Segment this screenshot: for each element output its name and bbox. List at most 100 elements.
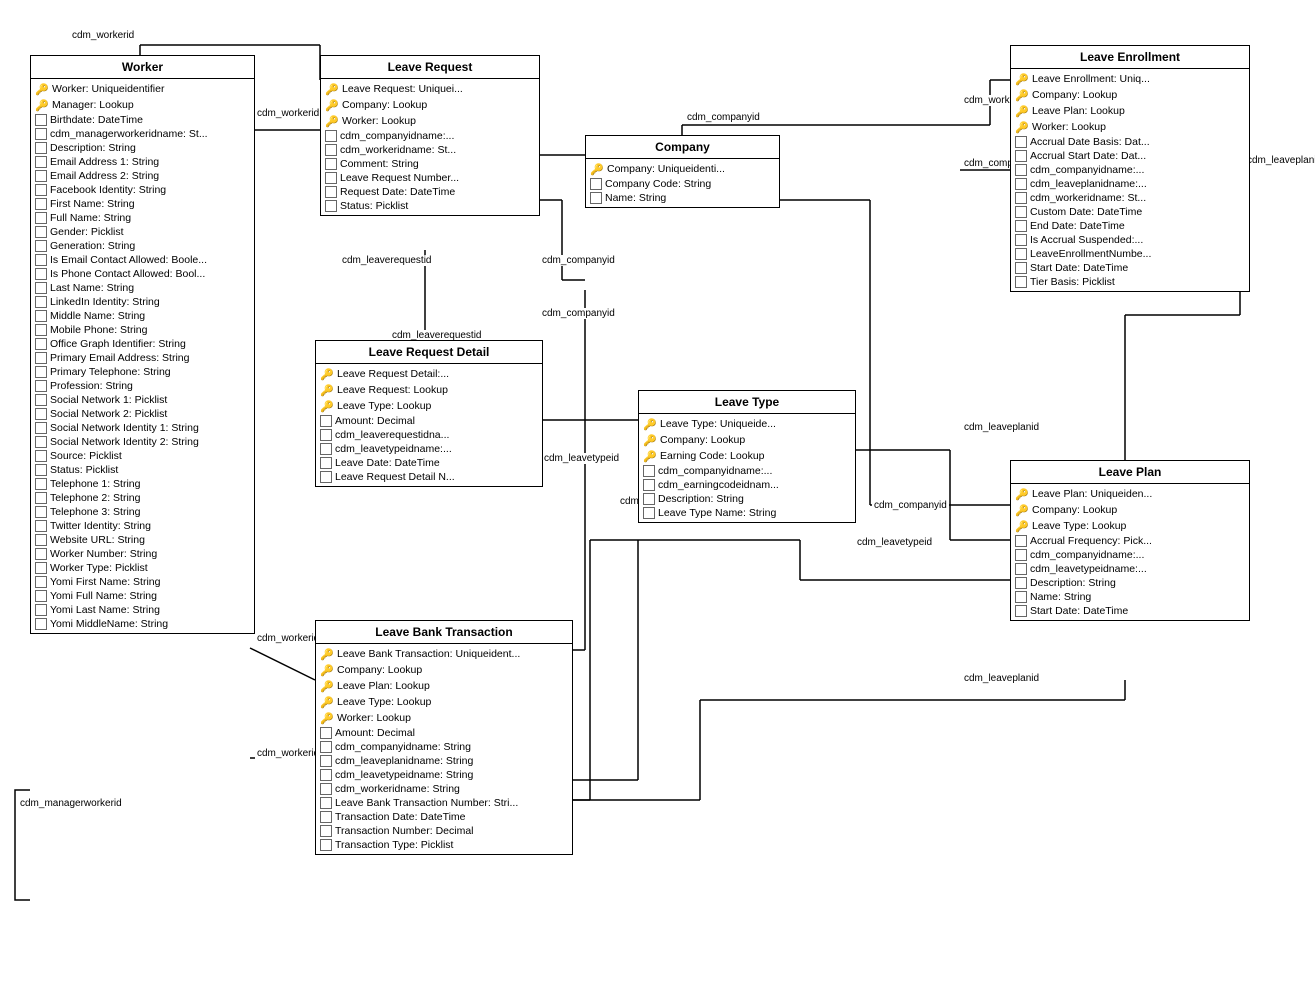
label-cdm-workerid-top: cdm_workerid: [70, 30, 136, 41]
field-icon: [35, 380, 47, 392]
field-icon: [35, 184, 47, 196]
key-icon: 🔑: [1015, 104, 1029, 118]
field-icon: [35, 520, 47, 532]
entity-leave-plan-title: Leave Plan: [1011, 461, 1249, 484]
label-cdm-leaveplanid-enrollment: cdm_leaveplanid: [1245, 155, 1315, 166]
field-icon: [35, 464, 47, 476]
key-icon: 🔑: [320, 695, 334, 709]
key-icon: 🔑: [325, 98, 339, 112]
field-icon: [643, 479, 655, 491]
key-icon: 🔑: [1015, 503, 1029, 517]
field-icon: [320, 443, 332, 455]
field-icon: [1015, 192, 1027, 204]
key-icon: 🔑: [320, 367, 334, 381]
key-icon: 🔑: [1015, 72, 1029, 86]
field-icon: [325, 172, 337, 184]
entity-leave-type: Leave Type 🔑Leave Type: Uniqueide... 🔑Co…: [638, 390, 856, 523]
field-icon: [325, 144, 337, 156]
field-icon: [35, 310, 47, 322]
key-icon: 🔑: [643, 417, 657, 431]
field-icon: [35, 128, 47, 140]
key-icon: 🔑: [320, 383, 334, 397]
entity-leave-type-fields: 🔑Leave Type: Uniqueide... 🔑Company: Look…: [639, 414, 855, 522]
field-icon: [325, 186, 337, 198]
field-icon: [35, 324, 47, 336]
key-icon: 🔑: [320, 711, 334, 725]
field-icon: [1015, 535, 1027, 547]
field-icon: [320, 797, 332, 809]
label-cdm-workerid-3: cdm_workerid: [255, 748, 321, 759]
field-icon: [320, 457, 332, 469]
field-icon: [35, 198, 47, 210]
field-icon: [35, 604, 47, 616]
field-icon: [320, 741, 332, 753]
field-icon: [320, 783, 332, 795]
field-icon: [35, 240, 47, 252]
key-icon: 🔑: [643, 449, 657, 463]
field-icon: [320, 429, 332, 441]
field-icon: [1015, 276, 1027, 288]
field-icon: [1015, 136, 1027, 148]
field-icon: [35, 338, 47, 350]
field-icon: [1015, 220, 1027, 232]
field-icon: [35, 114, 47, 126]
field-icon: [35, 226, 47, 238]
label-cdm-leaverequestid-1: cdm_leaverequestid: [340, 255, 434, 266]
field-icon: [1015, 591, 1027, 603]
field-icon: [1015, 605, 1027, 617]
entity-worker: Worker 🔑Worker: Uniqueidentifier 🔑Manage…: [30, 55, 255, 634]
field-icon: [35, 436, 47, 448]
entity-leave-plan: Leave Plan 🔑Leave Plan: Uniqueiden... 🔑C…: [1010, 460, 1250, 621]
entity-company-fields: 🔑Company: Uniqueidenti... Company Code: …: [586, 159, 779, 207]
key-icon: 🔑: [643, 433, 657, 447]
field-icon: [1015, 150, 1027, 162]
entity-worker-title: Worker: [31, 56, 254, 79]
entity-leave-bank-transaction-title: Leave Bank Transaction: [316, 621, 572, 644]
entity-leave-bank-transaction: Leave Bank Transaction 🔑Leave Bank Trans…: [315, 620, 573, 855]
field-icon: [643, 507, 655, 519]
field-icon: [35, 618, 47, 630]
key-icon: 🔑: [320, 663, 334, 677]
field-icon: [320, 769, 332, 781]
field-icon: [35, 156, 47, 168]
field-icon: [320, 415, 332, 427]
field-icon: [35, 352, 47, 364]
field-icon: [35, 478, 47, 490]
label-cdm-companyid-2: cdm_companyid: [540, 255, 617, 266]
field-icon: [320, 825, 332, 837]
field-icon: [320, 839, 332, 851]
key-icon: 🔑: [325, 114, 339, 128]
label-cdm-leavetypeid-1: cdm_leavetypeid: [542, 453, 621, 464]
field-icon: [643, 493, 655, 505]
field-icon: [35, 212, 47, 224]
field-icon: [1015, 178, 1027, 190]
key-icon: 🔑: [325, 82, 339, 96]
label-cdm-companyid-1: cdm_companyid: [685, 112, 762, 123]
key-icon: 🔑: [320, 679, 334, 693]
label-cdm-workerid-1: cdm_workerid: [255, 108, 321, 119]
field-icon: [1015, 262, 1027, 274]
field-icon: [35, 450, 47, 462]
key-icon: 🔑: [320, 647, 334, 661]
field-icon: [1015, 549, 1027, 561]
field-icon: [320, 755, 332, 767]
field-icon: [35, 548, 47, 560]
label-cdm-leavetypeid-3: cdm_leavetypeid: [855, 537, 934, 548]
entity-leave-request-detail-fields: 🔑Leave Request Detail:... 🔑Leave Request…: [316, 364, 542, 486]
field-icon: [1015, 164, 1027, 176]
field-icon: [325, 158, 337, 170]
field-icon: [1015, 206, 1027, 218]
entity-leave-plan-fields: 🔑Leave Plan: Uniqueiden... 🔑Company: Loo…: [1011, 484, 1249, 620]
key-icon: 🔑: [1015, 519, 1029, 533]
label-cdm-leaveplanid-1: cdm_leaveplanid: [962, 422, 1041, 433]
diagram-container: cdm_workerid cdm_workerid cdm_workerid c…: [0, 0, 1315, 988]
label-cdm-leaveplanid-2: cdm_leaveplanid: [962, 673, 1041, 684]
field-icon: [325, 200, 337, 212]
key-icon: 🔑: [320, 399, 334, 413]
field-icon: [35, 254, 47, 266]
entity-company-title: Company: [586, 136, 779, 159]
field-icon: [320, 727, 332, 739]
key-icon: 🔑: [1015, 120, 1029, 134]
field-icon: [320, 811, 332, 823]
field-icon: [35, 534, 47, 546]
